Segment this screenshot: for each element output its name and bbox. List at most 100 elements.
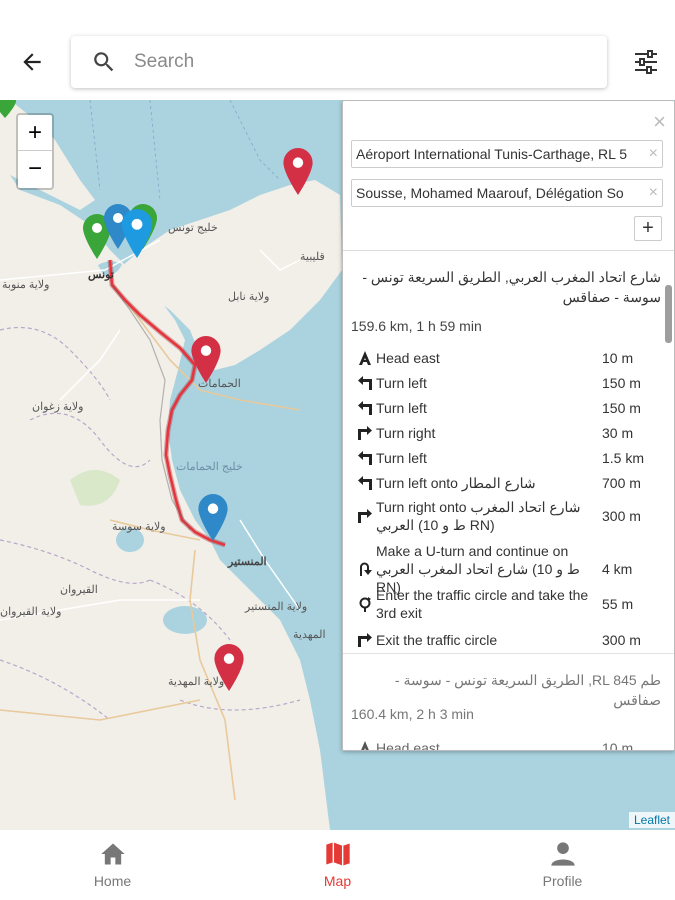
route-title: طم RL 845, الطريق السريعة تونس - سوسة - … <box>394 672 661 708</box>
depart-icon <box>355 348 375 368</box>
sliders-icon <box>635 50 657 74</box>
nav-profile[interactable]: Profile <box>450 830 675 900</box>
place-label: القيروان <box>60 584 98 596</box>
instruction-text: Head east <box>376 350 440 366</box>
back-button[interactable] <box>12 42 52 82</box>
start-waypoint-input[interactable]: Aéroport International Tunis-Carthage, R… <box>351 140 663 168</box>
instruction-text: Turn left onto شارع المطار <box>376 475 536 491</box>
end-waypoint-input[interactable]: Sousse, Mohamed Maarouf, Délégation So × <box>351 179 663 207</box>
instruction-row[interactable]: Enter the traffic circle and take the 3r… <box>355 586 663 622</box>
zoom-control: + − <box>16 113 54 190</box>
place-label: المهدية <box>293 629 326 641</box>
search-input[interactable] <box>134 51 564 73</box>
instruction-text: Head east <box>376 740 440 751</box>
person-icon <box>550 842 575 866</box>
instruction-text: Enter the traffic circle and take the 3r… <box>376 587 589 621</box>
instruction-distance: 300 m <box>602 632 641 648</box>
bottom-navigation: Home Map Profile <box>0 830 675 900</box>
place-label: خليج الحمامات <box>176 461 243 473</box>
add-waypoint-button[interactable]: + <box>634 216 662 241</box>
zoom-out-button[interactable]: − <box>18 151 52 187</box>
app-header <box>0 0 675 100</box>
turn-left-icon <box>355 373 375 393</box>
roundabout-icon <box>355 594 375 614</box>
turn-right-icon <box>355 506 375 526</box>
route-alternative[interactable]: طم RL 845, الطريق السريعة تونس - سوسة - … <box>343 653 674 751</box>
instruction-distance: 150 m <box>602 375 641 391</box>
map-marker-red[interactable] <box>282 147 314 195</box>
place-label: ولاية القيروان <box>0 606 62 618</box>
instruction-distance: 700 m <box>602 475 641 491</box>
instruction-distance: 4 km <box>602 561 633 577</box>
filter-button[interactable] <box>628 44 664 80</box>
turn-right-icon <box>355 423 375 443</box>
search-icon <box>94 52 114 72</box>
map-view[interactable]: خليج تونس قليبية ولاية نابل ولاية منوبة … <box>0 100 675 830</box>
instruction-row[interactable]: Head east 10 m <box>355 348 663 368</box>
routing-panel: × Aéroport International Tunis-Carthage,… <box>342 100 675 751</box>
map-marker-red[interactable] <box>190 335 222 383</box>
instruction-text: Turn right <box>376 425 436 441</box>
instruction-row[interactable]: Turn left 150 m <box>355 373 663 393</box>
instruction-row[interactable]: Turn left 1.5 km <box>355 448 663 468</box>
clear-icon[interactable]: × <box>649 184 658 202</box>
scrollbar-thumb[interactable] <box>665 285 672 343</box>
waypoint-text: Sousse, Mohamed Maarouf, Délégation So <box>356 185 624 201</box>
map-marker-blue[interactable] <box>120 208 154 258</box>
u-turn-icon <box>355 559 375 579</box>
sebkha-sidi-el-hani <box>163 606 207 634</box>
place-label: ولاية نابل <box>228 291 270 303</box>
clear-icon[interactable]: × <box>649 145 658 163</box>
close-routing-button[interactable]: × <box>653 111 666 133</box>
route-summary: 159.6 km, 1 h 59 min <box>351 318 482 334</box>
instruction-row[interactable]: Turn left onto شارع المطار 700 m <box>355 473 663 493</box>
map-marker-red[interactable] <box>213 643 245 691</box>
nav-label: Profile <box>542 873 583 889</box>
instruction-distance: 300 m <box>602 508 641 524</box>
turn-left-icon <box>355 398 375 418</box>
place-label: خليج تونس <box>168 222 218 234</box>
place-label: قليبية <box>300 251 325 263</box>
waypoint-text: Aéroport International Tunis-Carthage, R… <box>356 146 628 162</box>
instruction-distance: 55 m <box>602 596 634 612</box>
place-label: ولاية المنستير <box>245 601 308 613</box>
place-label: ولاية منوبة <box>2 279 50 291</box>
instruction-row[interactable]: Exit the traffic circle 300 m <box>355 630 663 650</box>
depart-icon <box>355 738 375 750</box>
map-marker-blue[interactable] <box>197 493 229 541</box>
instruction-distance: 10 m <box>602 350 634 366</box>
search-bar <box>71 36 607 88</box>
instruction-text: Exit the traffic circle <box>376 632 498 648</box>
nav-label: Home <box>93 873 132 889</box>
map-icon <box>325 842 350 866</box>
instruction-distance: 10 m <box>602 740 634 751</box>
instruction-row[interactable]: Turn left 150 m <box>355 398 663 418</box>
instruction-distance: 1.5 km <box>602 450 645 466</box>
instruction-distance: 30 m <box>602 425 634 441</box>
home-icon <box>100 843 125 865</box>
place-label: تونس <box>88 269 114 281</box>
turn-right-icon <box>355 630 375 650</box>
route-title: شارع اتحاد المغرب العربي, الطريق السريعة… <box>362 269 661 305</box>
nav-label: Map <box>323 873 352 889</box>
zoom-in-button[interactable]: + <box>18 115 52 151</box>
place-label: المنستير <box>228 556 267 568</box>
place-label: ولاية سوسة <box>112 521 166 533</box>
turn-left-icon <box>355 448 375 468</box>
nav-home[interactable]: Home <box>0 830 225 900</box>
instruction-distance: 150 m <box>602 400 641 416</box>
place-label: ولاية زغوان <box>32 401 84 413</box>
instruction-row[interactable]: Head east 10 m <box>355 738 663 751</box>
leaflet-attribution-link[interactable]: Leaflet <box>628 812 675 828</box>
instruction-text: Turn left <box>376 375 427 391</box>
instruction-row[interactable]: Turn right 30 m <box>355 423 663 443</box>
instruction-text: Turn left <box>376 400 427 416</box>
instruction-text: Turn right onto شارع اتحاد المغرب العربي… <box>376 499 581 533</box>
route-alternative-selected[interactable]: شارع اتحاد المغرب العربي, الطريق السريعة… <box>343 250 674 652</box>
arrow-left-icon <box>23 53 41 71</box>
instruction-text: Turn left <box>376 450 427 466</box>
instruction-row[interactable]: Turn right onto شارع اتحاد المغرب العربي… <box>355 498 663 534</box>
nav-map[interactable]: Map <box>225 830 450 900</box>
turn-left-icon <box>355 473 375 493</box>
route-summary: 160.4 km, 2 h 3 min <box>351 706 474 722</box>
